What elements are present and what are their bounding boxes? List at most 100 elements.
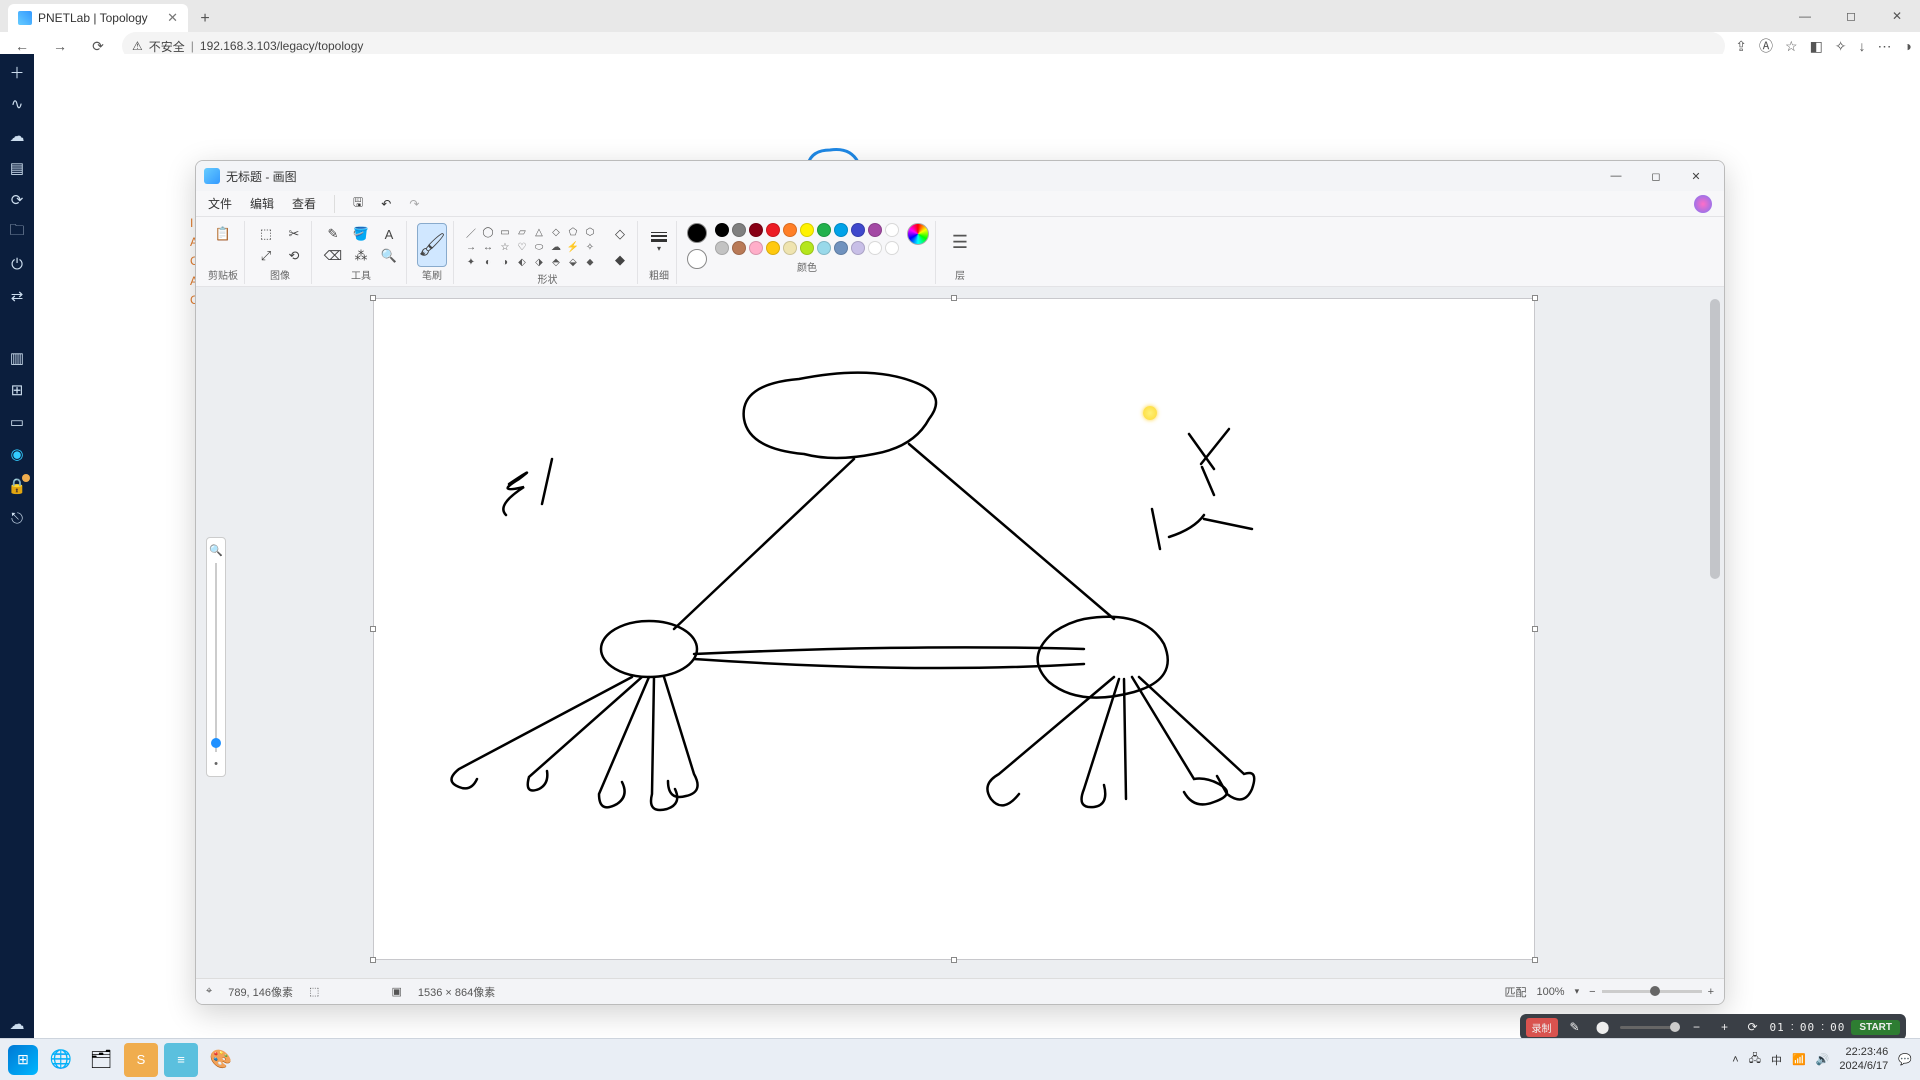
zoom-in-button[interactable]: + — [1708, 986, 1714, 998]
eraser-tool[interactable]: ⌫ — [322, 245, 344, 267]
brush-button[interactable]: 🖌 — [417, 223, 447, 267]
zoom-out-icon[interactable]: − — [1686, 1017, 1708, 1037]
paint-minimize-button[interactable]: — — [1596, 162, 1636, 190]
color-swatch[interactable] — [715, 241, 729, 255]
pencil-tool[interactable]: ✎ — [322, 223, 344, 245]
refresh-icon[interactable]: ⟳ — [7, 190, 27, 210]
maximize-button[interactable]: ◻ — [1828, 0, 1874, 32]
text-tool[interactable]: A — [378, 223, 400, 245]
resize-handle[interactable] — [370, 957, 376, 963]
resize-handle[interactable] — [370, 295, 376, 301]
taskbar-app-1[interactable]: S — [124, 1043, 158, 1077]
taskbar-edge[interactable]: 🌐 — [44, 1043, 78, 1077]
paste-button[interactable]: 📋 — [212, 223, 234, 245]
start-button[interactable]: ⊞ — [8, 1045, 38, 1075]
color-swatch[interactable] — [834, 223, 848, 237]
close-tab-icon[interactable]: ✕ — [167, 10, 178, 26]
cloud-icon[interactable]: ☁ — [7, 126, 27, 146]
resize-handle[interactable] — [1532, 295, 1538, 301]
vertical-scrollbar[interactable] — [1708, 299, 1722, 948]
power-icon[interactable]: ⏻ — [7, 254, 27, 274]
color-swatch[interactable] — [715, 223, 729, 237]
resize-handle[interactable] — [951, 295, 957, 301]
chart-icon[interactable]: ▥ — [7, 348, 27, 368]
zoom-control[interactable]: − + — [1589, 986, 1714, 998]
color-swatch[interactable] — [885, 223, 899, 237]
clock[interactable]: 22:23:46 2024/6/17 — [1839, 1046, 1888, 1072]
book-icon[interactable]: ▭ — [7, 412, 27, 432]
canvas[interactable] — [374, 299, 1534, 959]
menu-edit[interactable]: 编辑 — [250, 195, 274, 212]
color-1[interactable] — [687, 223, 707, 243]
fill-tool[interactable]: 🪣 — [350, 223, 372, 245]
map-icon[interactable]: ⊞ — [7, 380, 27, 400]
shape-fill-button[interactable]: ◆ — [609, 249, 631, 271]
menu-icon[interactable]: ⋯ — [1878, 38, 1892, 55]
new-tab-button[interactable]: + — [192, 6, 218, 32]
zoom-out-button[interactable]: − — [1589, 986, 1595, 998]
resize-handle[interactable] — [1532, 957, 1538, 963]
menu-view[interactable]: 查看 — [292, 195, 316, 212]
tray-language-icon[interactable]: 中 — [1771, 1052, 1782, 1068]
browser-tab[interactable]: PNETLab | Topology ✕ — [8, 4, 188, 32]
magnifier-tool[interactable]: 🔍 — [378, 245, 400, 267]
volume-slider[interactable] — [1620, 1026, 1680, 1029]
color-swatch[interactable] — [749, 223, 763, 237]
layers-button[interactable]: ☰ — [946, 223, 974, 261]
size-button[interactable]: ▾ — [648, 223, 670, 261]
color-swatch[interactable] — [868, 223, 882, 237]
color-swatch[interactable] — [732, 241, 746, 255]
timer-icon[interactable]: ⟳ — [1742, 1017, 1764, 1037]
color-swatch[interactable] — [749, 241, 763, 255]
color-swatch[interactable] — [783, 241, 797, 255]
image-icon[interactable]: ▤ — [7, 158, 27, 178]
undo-icon[interactable]: ↶ — [381, 197, 391, 211]
color-swatch[interactable] — [783, 223, 797, 237]
pencil-icon[interactable]: ✎ — [1564, 1017, 1586, 1037]
color-swatch[interactable] — [885, 241, 899, 255]
color-2[interactable] — [687, 249, 707, 269]
color-swatch[interactable] — [732, 223, 746, 237]
crop-button[interactable]: ✂ — [283, 223, 305, 245]
copilot-icon[interactable]: ◑ — [1904, 38, 1912, 54]
tray-volume-icon[interactable]: 🔊 — [1816, 1053, 1830, 1066]
zoom-in-icon[interactable]: 🔍 — [209, 544, 223, 557]
shape-outline-button[interactable]: ◇ — [609, 223, 631, 245]
color-swatch[interactable] — [817, 241, 831, 255]
swap-icon[interactable]: ⇄ — [7, 286, 27, 306]
add-node-icon[interactable]: ＋ — [7, 62, 27, 82]
tray-network-icon[interactable]: 🖧 — [1749, 1050, 1761, 1069]
tray-chevron-icon[interactable]: ˄ — [1732, 1054, 1738, 1066]
taskbar-app-2[interactable]: ≡ — [164, 1043, 198, 1077]
link-icon[interactable]: ∿ — [7, 94, 27, 114]
taskbar-explorer[interactable]: 🗂 — [84, 1043, 118, 1077]
tray-wifi-icon[interactable]: 📶 — [1792, 1053, 1806, 1066]
menu-file[interactable]: 文件 — [208, 195, 232, 212]
eye-icon[interactable]: ◉ — [7, 444, 27, 464]
minimize-button[interactable]: — — [1782, 0, 1828, 32]
lock-icon[interactable]: 🔒 — [7, 476, 27, 496]
fit-label[interactable]: 匹配 — [1504, 984, 1526, 1000]
close-window-button[interactable]: ✕ — [1874, 0, 1920, 32]
paint-maximize-button[interactable]: ◻ — [1636, 162, 1676, 190]
color-swatch[interactable] — [868, 241, 882, 255]
picker-tool[interactable]: ⁂ — [350, 245, 372, 267]
start-button[interactable]: START — [1851, 1020, 1900, 1035]
folder-icon[interactable]: 🗀 — [7, 222, 27, 242]
save-icon[interactable]: 🖫 — [353, 193, 363, 214]
color-swatch[interactable] — [800, 223, 814, 237]
color-swatch[interactable] — [851, 241, 865, 255]
resize-handle[interactable] — [1532, 626, 1538, 632]
redo-icon[interactable]: ↷ — [409, 197, 419, 211]
select-button[interactable]: ⬚ — [255, 223, 277, 245]
paint-close-button[interactable]: ✕ — [1676, 162, 1716, 190]
shapes-grid[interactable]: ／◯▭▱△◇⬠⬡ →↔☆♡⬭☁⚡✧ ✦◐◑⬖⬗⬘⬙⬥ — [464, 226, 597, 268]
favorite-icon[interactable]: ☆ — [1785, 38, 1798, 55]
copilot-icon[interactable] — [1694, 195, 1712, 213]
zoom-in-icon[interactable]: + — [1714, 1017, 1736, 1037]
translate-icon[interactable]: Ⓐ — [1759, 36, 1773, 56]
split-icon[interactable]: ◧ — [1810, 38, 1823, 55]
screen-recorder-bar[interactable]: 录制 ✎ ⬤ − + ⟳ 01:00:00 START — [1520, 1014, 1906, 1040]
vertical-zoom-slider[interactable]: 🔍 • — [206, 537, 226, 777]
notifications-icon[interactable]: 💬 — [1898, 1053, 1912, 1066]
